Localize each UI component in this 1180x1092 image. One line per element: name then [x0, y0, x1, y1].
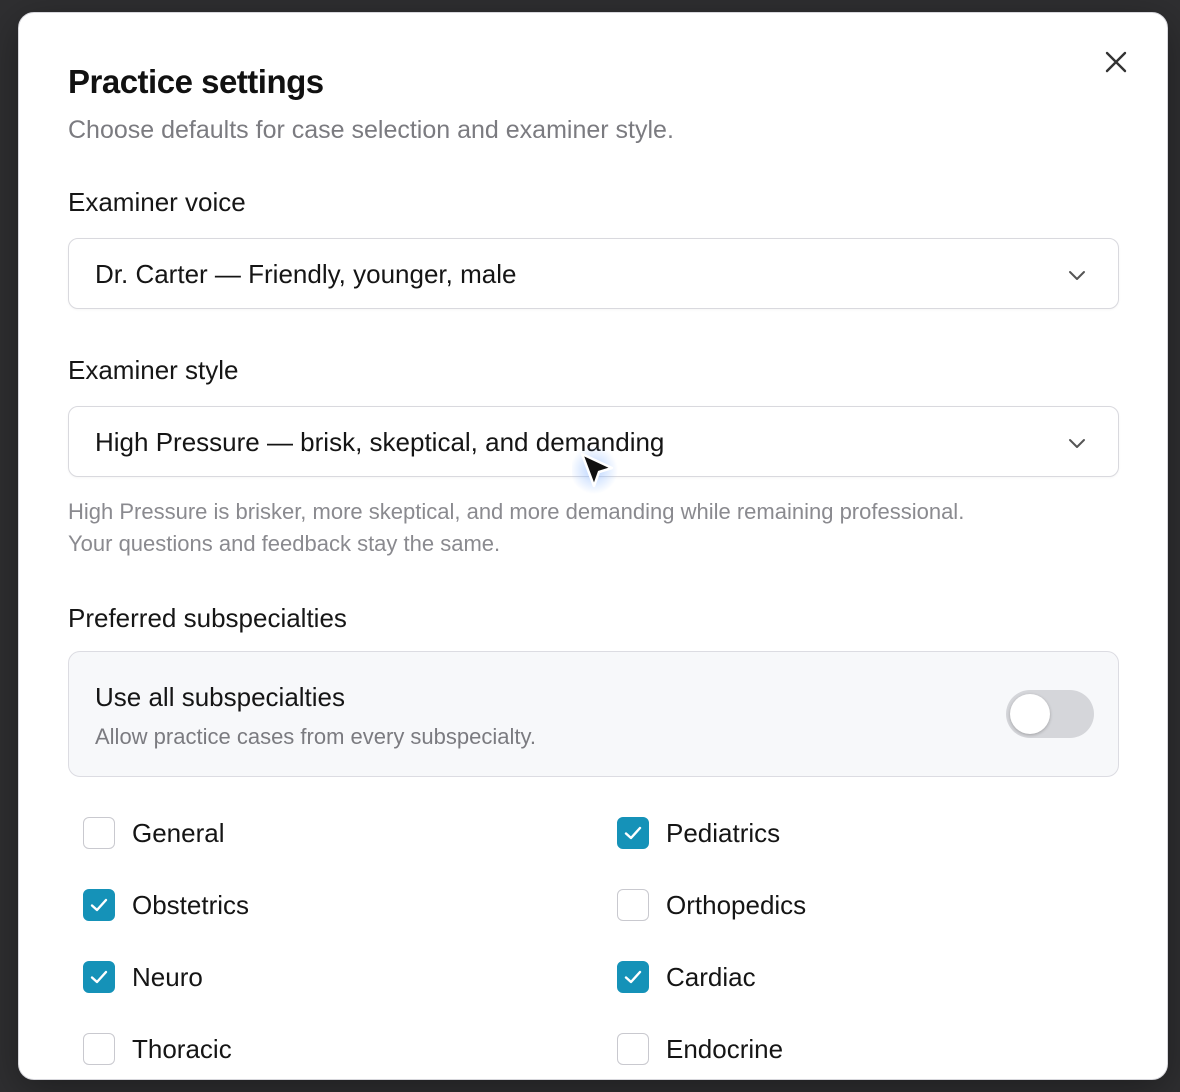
checkbox-box: [617, 1033, 649, 1065]
subspecialties-label: Preferred subspecialties: [68, 603, 347, 633]
checkbox-label: Endocrine: [666, 1033, 784, 1064]
checkbox-label: Pediatrics: [666, 817, 781, 848]
use-all-toggle[interactable]: [1006, 690, 1094, 738]
modal-title: Practice settings: [68, 63, 324, 100]
checkbox-box: [83, 817, 115, 849]
use-all-subspecialties-card: Use all subspecialties Allow practice ca…: [68, 651, 1119, 777]
checkbox-label: Orthopedics: [666, 889, 807, 920]
modal-subtitle: Choose defaults for case selection and e…: [68, 116, 674, 144]
checkbox-obstetrics[interactable]: Obstetrics: [83, 889, 249, 921]
examiner-voice-select[interactable]: Dr. Carter — Friendly, younger, male: [68, 238, 1119, 309]
checkmark-icon: [624, 970, 642, 984]
checkbox-box: [617, 961, 649, 993]
checkbox-box: [617, 817, 649, 849]
checkbox-label: Obstetrics: [132, 889, 250, 920]
checkbox-orthopedics[interactable]: Orthopedics: [617, 889, 806, 921]
checkmark-icon: [624, 826, 642, 840]
checkbox-label: General: [132, 817, 225, 848]
checkbox-box: [617, 889, 649, 921]
help-line-2: Your questions and feedback stay the sam…: [68, 531, 501, 556]
chevron-down-icon: [1069, 439, 1085, 448]
checkbox-general[interactable]: General: [83, 817, 225, 849]
checkmark-icon: [90, 898, 108, 912]
checkbox-endocrine[interactable]: Endocrine: [617, 1033, 783, 1065]
examiner-style-select[interactable]: High Pressure — brisk, skeptical, and de…: [68, 406, 1119, 477]
checkbox-thoracic[interactable]: Thoracic: [83, 1033, 232, 1065]
checkbox-box: [83, 889, 115, 921]
checkmark-icon: [90, 970, 108, 984]
toggle-knob: [1010, 694, 1050, 734]
checkbox-label: Cardiac: [666, 961, 756, 992]
checkbox-label: Thoracic: [132, 1033, 232, 1064]
checkbox-neuro[interactable]: Neuro: [83, 961, 203, 993]
chevron-down-icon: [1069, 271, 1085, 280]
checkbox-label: Neuro: [132, 961, 203, 992]
close-icon: [1105, 51, 1127, 73]
checkbox-box: [83, 1033, 115, 1065]
checkbox-pediatrics[interactable]: Pediatrics: [617, 817, 780, 849]
checkbox-box: [83, 961, 115, 993]
help-line-1: High Pressure is brisker, more skeptical…: [68, 499, 965, 524]
examiner-voice-value: Dr. Carter — Friendly, younger, male: [95, 259, 517, 289]
examiner-voice-label: Examiner voice: [68, 187, 246, 217]
practice-settings-modal: Practice settings Choose defaults for ca…: [18, 12, 1168, 1080]
use-all-description: Allow practice cases from every subspeci…: [95, 724, 536, 749]
examiner-style-value: High Pressure — brisk, skeptical, and de…: [95, 427, 665, 457]
examiner-style-label: Examiner style: [68, 355, 239, 385]
use-all-title: Use all subspecialties: [95, 682, 346, 712]
close-button[interactable]: [1101, 47, 1131, 77]
checkbox-cardiac[interactable]: Cardiac: [617, 961, 756, 993]
examiner-style-help: High Pressure is brisker, more skeptical…: [68, 496, 1128, 560]
